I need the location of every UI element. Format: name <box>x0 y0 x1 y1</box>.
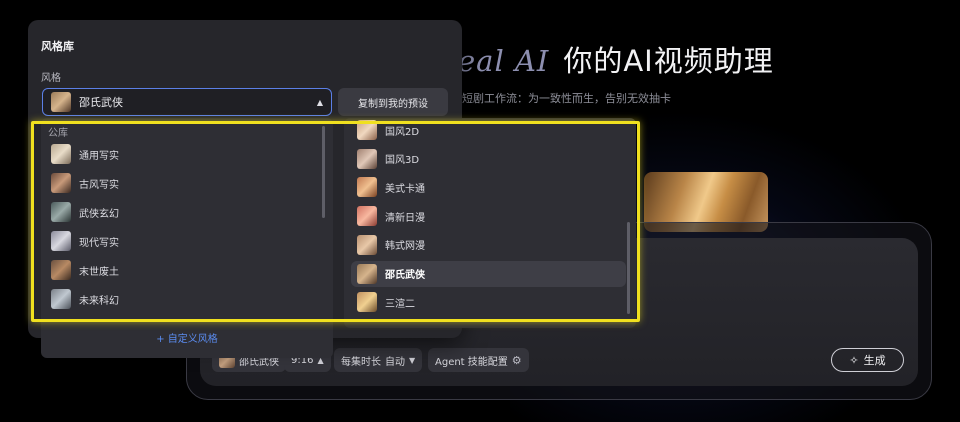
duration-value: 自动 <box>385 356 405 368</box>
hero-subtitle: 短剧工作流：为一致性而生，告别无效抽卡 <box>462 92 671 105</box>
gear-icon: ⚙ <box>511 353 522 367</box>
agent-config-label: Agent 技能配置 <box>435 356 508 368</box>
duration-select[interactable]: 每集时长 自动 ▼ <box>334 348 423 372</box>
style-select-value: 邵氏武侠 <box>79 96 123 109</box>
style-select[interactable]: 邵氏武侠 ▲ <box>42 88 332 116</box>
style-select-thumbnail <box>51 92 71 112</box>
highlight-box <box>31 121 640 322</box>
duration-label: 每集时长 <box>341 356 381 368</box>
sparkle-icon: ✧ <box>849 353 859 367</box>
generate-button[interactable]: ✧ 生成 <box>831 348 904 372</box>
agent-config-button[interactable]: Agent 技能配置 ⚙ <box>428 348 529 372</box>
hero-title-text: 你的AI视频助理 <box>563 44 774 78</box>
caret-up-icon: ▲ <box>316 97 323 107</box>
chevron-down-icon: ▼ <box>409 355 416 365</box>
custom-style-button[interactable]: + 自定义风格 <box>41 326 333 348</box>
generate-label: 生成 <box>863 354 886 367</box>
hero-title-brand: eal AI <box>458 44 550 78</box>
panel-title: 风格库 <box>41 40 74 53</box>
hero-title: eal AI 你的AI视频助理 <box>458 38 774 80</box>
style-field-label: 风格 <box>41 73 61 84</box>
copy-to-preset-button[interactable]: 复制到我的预设 <box>338 88 448 116</box>
